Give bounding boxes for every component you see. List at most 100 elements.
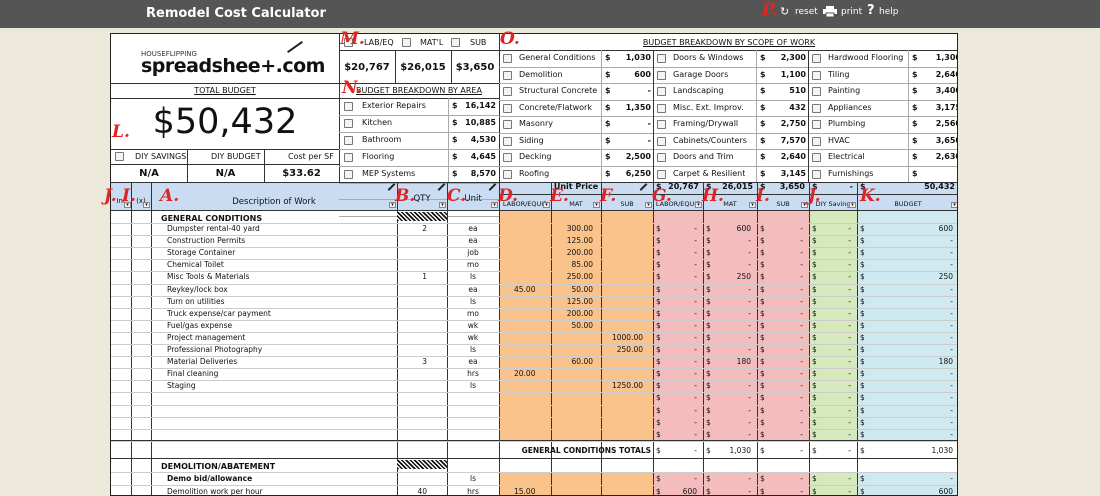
scope-checkbox[interactable] — [657, 120, 666, 129]
line-item-unit[interactable]: mo — [447, 309, 499, 319]
area-checkbox-1[interactable] — [344, 118, 353, 128]
line-item-description[interactable]: Chemical Toilet — [167, 260, 395, 270]
line-item-unit[interactable]: hrs — [447, 487, 499, 496]
scope-checkbox[interactable] — [503, 87, 512, 96]
unit-price-sub[interactable]: 250.00 — [601, 345, 643, 355]
dropdown-arrow-icon[interactable]: ▾ — [695, 202, 702, 208]
line-item-description[interactable]: Demolition work per hour — [167, 487, 395, 496]
dropdown-arrow-icon[interactable]: ▾ — [143, 202, 150, 208]
line-item-qty[interactable]: 2 — [397, 224, 427, 234]
line-item-description[interactable]: Misc Tools & Materials — [167, 272, 395, 282]
area-checkbox-0[interactable] — [344, 102, 353, 111]
scope-checkbox[interactable] — [503, 153, 512, 162]
line-item-description[interactable]: Material Deliveries — [167, 357, 395, 367]
unit-price-sub[interactable]: 1250.00 — [601, 381, 643, 391]
line-item-description[interactable]: Project management — [167, 333, 395, 343]
scope-checkbox[interactable] — [812, 136, 821, 146]
scope-checkbox[interactable] — [812, 70, 821, 80]
unit-price-mat[interactable]: 85.00 — [551, 260, 593, 270]
unit-price-labor[interactable]: 20.00 — [514, 369, 550, 379]
line-item-description[interactable]: Truck expense/car payment — [167, 309, 395, 319]
line-item-qty[interactable]: 1 — [397, 272, 427, 282]
scope-checkbox[interactable] — [812, 87, 821, 96]
line-item-unit[interactable]: ls — [447, 272, 499, 282]
area-checkbox-2[interactable] — [344, 135, 353, 145]
line-item-unit[interactable]: ea — [447, 236, 499, 246]
dropdown-arrow-icon[interactable]: ▾ — [439, 202, 446, 208]
line-item-description[interactable]: Fuel/gas expense — [167, 321, 395, 331]
line-item-description[interactable]: Dumpster rental-40 yard — [167, 224, 395, 234]
unit-price-mat[interactable]: 50.00 — [551, 285, 593, 295]
line-item-unit[interactable]: ea — [447, 357, 499, 367]
scope-checkbox[interactable] — [657, 54, 666, 63]
area-checkbox-3[interactable] — [344, 152, 353, 162]
dropdown-arrow-icon[interactable]: ▾ — [801, 202, 808, 208]
scope-checkbox[interactable] — [657, 169, 666, 179]
reset-button[interactable]: reset — [795, 7, 818, 17]
unit-price-mat[interactable]: 200.00 — [551, 309, 593, 319]
scope-checkbox[interactable] — [812, 54, 821, 63]
sub-checkbox[interactable] — [451, 38, 460, 47]
unit-price-mat[interactable]: 50.00 — [551, 321, 593, 331]
dropdown-arrow-icon[interactable]: ▾ — [645, 202, 652, 208]
scope-checkbox[interactable] — [657, 70, 666, 80]
area-checkbox-4[interactable] — [344, 169, 353, 179]
diy-savings-checkbox[interactable] — [115, 152, 124, 161]
line-item-description[interactable]: Staging — [167, 381, 395, 391]
line-item-unit[interactable]: ls — [447, 381, 499, 391]
print-button[interactable]: print — [841, 7, 862, 17]
scope-checkbox[interactable] — [503, 120, 512, 129]
line-item-description[interactable]: Professional Photography — [167, 345, 395, 355]
scope-checkbox[interactable] — [812, 103, 821, 113]
line-item-description[interactable]: Turn on utilities — [167, 297, 395, 307]
line-item-qty[interactable]: 40 — [397, 487, 427, 496]
scope-checkbox[interactable] — [657, 136, 666, 146]
scope-checkbox[interactable] — [812, 120, 821, 129]
line-item-description[interactable]: Construction Permits — [167, 236, 395, 246]
unit-price-mat[interactable]: 125.00 — [551, 297, 593, 307]
scope-checkbox[interactable] — [503, 169, 512, 179]
unit-price-mat[interactable]: 60.00 — [551, 357, 593, 367]
scope-checkbox[interactable] — [503, 103, 512, 113]
unit-price-sub[interactable]: 1000.00 — [601, 333, 643, 343]
scope-checkbox[interactable] — [657, 103, 666, 113]
scope-checkbox[interactable] — [503, 136, 512, 146]
dropdown-arrow-icon[interactable]: ▾ — [951, 202, 957, 208]
dropdown-arrow-icon[interactable]: ▾ — [543, 202, 550, 208]
reset-icon[interactable]: ↻ — [780, 5, 789, 18]
line-item-unit[interactable]: hrs — [447, 369, 499, 379]
line-item-unit[interactable]: wk — [447, 321, 499, 331]
scope-checkbox[interactable] — [657, 153, 666, 162]
dropdown-arrow-icon[interactable]: ▾ — [491, 202, 498, 208]
scope-checkbox[interactable] — [503, 70, 512, 80]
line-item-unit[interactable]: mo — [447, 260, 499, 270]
help-icon[interactable]: ? — [867, 3, 875, 18]
line-item-unit[interactable]: wk — [447, 333, 499, 343]
scope-checkbox[interactable] — [657, 87, 666, 96]
help-button[interactable]: help — [879, 7, 898, 17]
dropdown-arrow-icon[interactable]: ▾ — [849, 202, 856, 208]
line-item-unit[interactable]: ls — [447, 297, 499, 307]
line-item-unit[interactable]: ls — [447, 474, 499, 484]
unit-price-labor[interactable]: 15.00 — [514, 487, 550, 496]
line-item-description[interactable]: Storage Container — [167, 248, 395, 258]
dropdown-arrow-icon[interactable]: ▾ — [749, 202, 756, 208]
line-item-description[interactable]: Final cleaning — [167, 369, 395, 379]
line-item-unit[interactable]: ls — [447, 345, 499, 355]
line-item-description[interactable]: Demo bid/allowance — [167, 474, 395, 484]
line-item-unit[interactable]: job — [447, 248, 499, 258]
scope-checkbox[interactable] — [812, 169, 821, 179]
unit-price-mat[interactable]: 250.00 — [551, 272, 593, 282]
print-icon[interactable] — [823, 6, 837, 20]
unit-price-labor[interactable]: 45.00 — [514, 285, 550, 295]
unit-price-mat[interactable]: 200.00 — [551, 248, 593, 258]
unit-price-mat[interactable]: 125.00 — [551, 236, 593, 246]
dropdown-arrow-icon[interactable]: ▾ — [593, 202, 600, 208]
unit-price-mat[interactable]: 300.00 — [551, 224, 593, 234]
line-item-unit[interactable]: ea — [447, 224, 499, 234]
line-item-description[interactable]: Reykey/lock box — [167, 285, 395, 295]
line-item-qty[interactable]: 3 — [397, 357, 427, 367]
matl-checkbox[interactable] — [402, 38, 411, 47]
line-item-unit[interactable]: ea — [447, 285, 499, 295]
scope-checkbox[interactable] — [503, 54, 512, 63]
